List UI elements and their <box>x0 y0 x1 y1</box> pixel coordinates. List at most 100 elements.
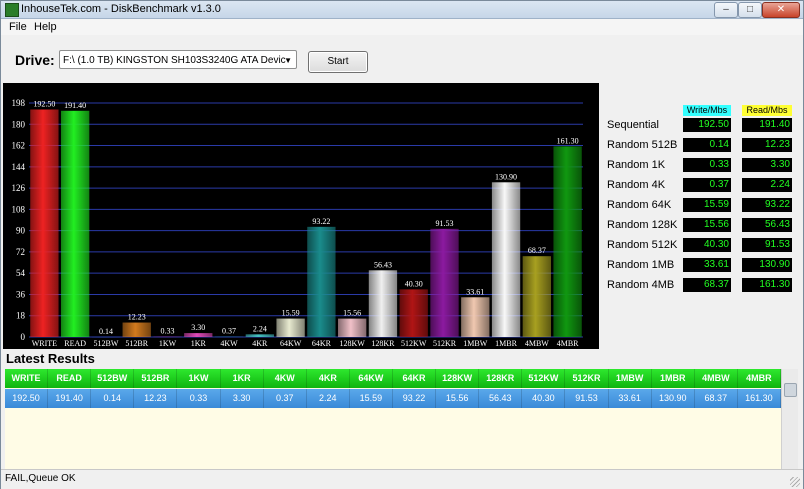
stat-write-value: 68.37 <box>683 278 731 292</box>
bar <box>153 336 182 338</box>
bar-value-label: 68.37 <box>528 246 546 255</box>
y-tick-label: 18 <box>16 311 26 321</box>
stat-read-value: 93.22 <box>742 198 792 212</box>
results-scrollbar[interactable] <box>781 369 798 469</box>
bar <box>214 336 244 338</box>
column-header[interactable]: 1MBR <box>651 369 695 388</box>
y-tick-label: 72 <box>16 247 25 257</box>
stat-read-value: 191.40 <box>742 118 792 132</box>
column-header[interactable]: 1KR <box>220 369 264 388</box>
read-header: Read/Mbs <box>742 105 792 116</box>
y-tick-label: 108 <box>12 204 26 214</box>
stat-read-value: 56.43 <box>742 218 792 232</box>
table-cell: 130.90 <box>651 389 695 408</box>
column-header[interactable]: WRITE <box>5 369 49 388</box>
bar <box>430 228 459 337</box>
y-tick-label: 162 <box>12 141 26 151</box>
column-header[interactable]: 64KR <box>393 369 437 388</box>
bar <box>30 109 59 337</box>
bar-value-label: 15.56 <box>343 309 361 318</box>
write-header: Write/Mbs <box>683 105 731 116</box>
title-bar: InhouseTek.com - DiskBenchmark v1.3.0 – … <box>1 1 803 19</box>
column-header[interactable]: 512KW <box>522 369 566 388</box>
x-tick-label: 512KW <box>401 339 427 348</box>
column-header[interactable]: 64KW <box>349 369 393 388</box>
column-header[interactable]: 512BW <box>91 369 135 388</box>
bar-value-label: 33.61 <box>466 287 484 296</box>
bar <box>368 270 398 337</box>
table-cell: 161.30 <box>737 389 781 408</box>
x-tick-label: WRITE <box>32 339 57 348</box>
table-cell: 15.56 <box>436 389 480 408</box>
bar <box>553 146 582 337</box>
dropdown-arrow-icon: ▼ <box>284 56 292 65</box>
bar-value-label: 130.90 <box>495 172 517 181</box>
table-cell: 15.59 <box>349 389 393 408</box>
stat-label: Sequential <box>607 119 659 131</box>
results-table: WRITE READ 512BW 512BR 1KW 1KR 4KW 4KR 64KW 64KR 1… <box>5 369 781 469</box>
column-header[interactable]: 4MBR <box>737 369 781 388</box>
table-row[interactable]: 192.50 191.40 0.14 12.23 0.33 3.30 0.37 2.24 15.… <box>5 389 781 408</box>
stat-write-value: 15.56 <box>683 218 731 232</box>
stat-write-value: 40.30 <box>683 238 731 252</box>
x-tick-label: 64KR <box>312 339 332 348</box>
x-tick-label: 4MBW <box>525 339 549 348</box>
resize-grip-icon[interactable] <box>790 477 800 487</box>
bar <box>184 333 213 337</box>
bar <box>461 297 490 337</box>
table-cell: 3.30 <box>220 389 264 408</box>
stat-read-value: 12.23 <box>742 138 792 152</box>
bar <box>307 226 336 337</box>
bar <box>338 318 367 337</box>
stat-label: Random 1K <box>607 159 666 171</box>
table-cell: 0.33 <box>177 389 221 408</box>
y-tick-label: 144 <box>12 162 26 172</box>
bar <box>491 182 521 337</box>
scroll-thumb[interactable] <box>784 383 797 397</box>
bar-value-label: 161.30 <box>557 136 579 145</box>
close-button[interactable]: ✕ <box>762 2 800 18</box>
x-tick-label: 1MBW <box>463 339 487 348</box>
stat-write-value: 15.59 <box>683 198 731 212</box>
stat-write-value: 0.33 <box>683 158 731 172</box>
drive-label: Drive: <box>15 52 55 68</box>
column-header[interactable]: 1MBW <box>608 369 652 388</box>
bar-value-label: 15.59 <box>282 309 300 318</box>
column-header[interactable]: 1KW <box>177 369 221 388</box>
column-header[interactable]: 4KR <box>306 369 350 388</box>
y-tick-label: 54 <box>16 268 26 278</box>
table-cell: 191.40 <box>48 389 92 408</box>
column-header[interactable]: 4MBW <box>694 369 738 388</box>
table-cell: 68.37 <box>694 389 738 408</box>
status-bar: FAIL,Queue OK <box>1 469 803 489</box>
table-cell: 192.50 <box>5 389 49 408</box>
column-header[interactable]: 512KR <box>565 369 609 388</box>
bar-value-label: 93.22 <box>312 217 330 226</box>
x-tick-label: 128KW <box>340 339 366 348</box>
stat-label: Random 64K <box>607 199 672 211</box>
column-header[interactable]: 128KR <box>479 369 523 388</box>
stat-write-value: 192.50 <box>683 118 731 132</box>
column-header[interactable]: 512BR <box>134 369 178 388</box>
column-header[interactable]: 128KW <box>436 369 480 388</box>
bar <box>91 336 121 338</box>
table-cell: 40.30 <box>522 389 566 408</box>
bar-value-label: 0.33 <box>161 327 175 336</box>
x-tick-label: 512BW <box>93 339 118 348</box>
y-tick-label: 198 <box>12 98 26 108</box>
maximize-button[interactable]: □ <box>738 2 762 18</box>
column-header[interactable]: READ <box>48 369 92 388</box>
column-header[interactable]: 4KW <box>263 369 307 388</box>
start-button[interactable]: Start <box>308 51 368 73</box>
drive-select[interactable]: F:\ (1.0 TB) KINGSTON SH103S3240G ATA De… <box>59 50 297 69</box>
x-tick-label: 128KR <box>371 339 395 348</box>
table-cell: 2.24 <box>306 389 350 408</box>
menu-file[interactable]: File <box>9 21 27 33</box>
drive-select-value: F:\ (1.0 TB) KINGSTON SH103S3240G ATA De… <box>63 55 286 66</box>
minimize-button[interactable]: – <box>714 2 738 18</box>
bar-value-label: 40.30 <box>405 279 423 288</box>
menu-help[interactable]: Help <box>34 21 57 33</box>
stat-label: Random 1MB <box>607 259 675 271</box>
y-tick-label: 90 <box>16 226 26 236</box>
x-tick-label: 1KW <box>159 339 177 348</box>
